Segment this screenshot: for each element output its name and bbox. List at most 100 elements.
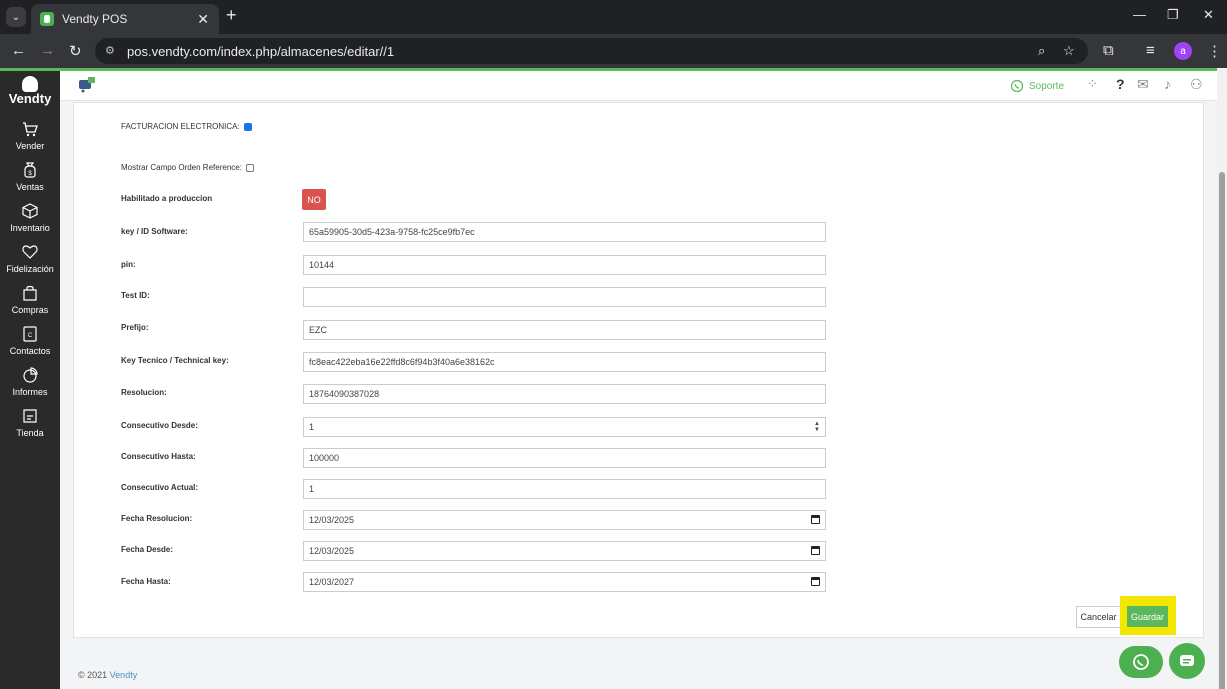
save-button[interactable]: Guardar (1127, 606, 1168, 627)
heart-icon (22, 245, 38, 259)
resolucion-input[interactable]: 18764090387028 (303, 384, 826, 404)
profile-avatar[interactable]: a (1174, 42, 1192, 60)
scrollbar-thumb[interactable] (1219, 172, 1225, 689)
user-icon[interactable]: ⚇ (1190, 76, 1203, 93)
sidebar-item-label: Ventas (16, 182, 44, 192)
fecha-hasta-input[interactable]: 12/03/2027 (303, 572, 826, 592)
sidebar-item-label: Compras (11, 305, 49, 315)
minimize-icon[interactable]: — (1133, 7, 1146, 22)
field-label: Consecutivo Hasta: (121, 452, 196, 461)
sidebar-item-compras[interactable]: Compras (0, 284, 60, 322)
sidebar-item-informes[interactable]: Informes (0, 366, 60, 404)
cancel-button[interactable]: Cancelar (1076, 606, 1121, 628)
field-value: 18764090387028 (309, 389, 380, 399)
sidebar-item-inventario[interactable]: Inventario (0, 202, 60, 240)
restore-icon[interactable]: ❐ (1167, 7, 1179, 23)
zoom-icon[interactable]: ⌕ (1038, 43, 1045, 59)
consecutivo-actual-input[interactable]: 1 (303, 479, 826, 499)
sidebar-logo[interactable]: Vendty (0, 91, 60, 106)
vendty-favicon (40, 12, 54, 26)
facturacion-label: FACTURACION ELECTRONICA: (121, 122, 240, 131)
field-label: key / ID Software: (121, 227, 188, 236)
pin-input[interactable]: 10144 (303, 255, 826, 275)
prefijo-input[interactable]: EZC (303, 320, 826, 340)
help-icon[interactable]: ? (1116, 76, 1125, 92)
field-value: 12/03/2025 (309, 546, 355, 556)
consecutivo-hasta-input[interactable]: 100000 (303, 448, 826, 468)
calendar-icon[interactable] (811, 577, 820, 586)
mail-icon[interactable]: ✉ (1137, 76, 1149, 93)
tab-title: Vendty POS (62, 12, 128, 26)
money-bag-icon: $ (24, 162, 36, 178)
page-scrollbar[interactable] (1217, 68, 1227, 689)
sidebar-item-label: Tienda (16, 428, 44, 438)
browser-toolbar: ← → ↻ ⚙ pos.vendty.com/index.php/almacen… (0, 34, 1227, 68)
close-tab-icon[interactable]: ✕ (197, 11, 209, 28)
field-label: Fecha Desde: (121, 545, 174, 554)
chat-floating-button[interactable] (1169, 643, 1205, 679)
menu-kebab-icon[interactable]: ⋮ (1207, 42, 1222, 60)
mostrar-checkbox[interactable] (246, 163, 255, 172)
forward-icon[interactable]: → (40, 42, 55, 59)
habilitado-toggle-button[interactable]: NO (302, 189, 326, 210)
calendar-icon[interactable] (811, 546, 820, 555)
footer-brand-link[interactable]: Vendty (110, 670, 138, 680)
address-bar[interactable]: ⚙ pos.vendty.com/index.php/almacenes/edi… (95, 38, 1088, 64)
calendar-icon[interactable] (811, 515, 820, 524)
box-icon (22, 203, 38, 219)
bookmark-star-icon[interactable]: ☆ (1063, 43, 1075, 59)
site-info-icon[interactable]: ⚙ (105, 44, 115, 57)
field-value: fc8eac422eba16e22ffd8c6f94b3f40a6e38162c (309, 357, 495, 367)
sidebar-item-ventas[interactable]: $ Ventas (0, 161, 60, 199)
sidebar-item-vender[interactable]: Vender (0, 120, 60, 158)
field-value: EZC (309, 325, 327, 335)
sidebar-item-label: Inventario (10, 223, 50, 233)
field-label: Fecha Hasta: (121, 577, 171, 586)
support-link[interactable]: Soporte (1010, 79, 1064, 93)
facturacion-checkbox[interactable] (243, 122, 252, 131)
test-id-input[interactable] (303, 287, 826, 307)
browser-tabbar: ⌄ Vendty POS ✕ + — ❐ ✕ (0, 0, 1227, 34)
field-label: Test ID: (121, 291, 150, 300)
field-label: Consecutivo Actual: (121, 483, 199, 492)
app-logo-icon[interactable] (78, 76, 96, 94)
whatsapp-floating-button[interactable] (1119, 646, 1163, 678)
sidebar-item-label: Vender (15, 141, 45, 151)
extensions-icon[interactable]: ⧉ (1103, 42, 1114, 59)
back-icon[interactable]: ← (11, 42, 26, 59)
new-tab-icon[interactable]: + (226, 5, 237, 26)
reload-icon[interactable]: ↻ (69, 42, 82, 60)
svg-text:$: $ (28, 171, 32, 177)
contacts-icon: C (23, 326, 37, 342)
field-label: Consecutivo Desde: (121, 421, 198, 430)
habilitado-label: Habilitado a produccion (121, 194, 213, 203)
media-icon[interactable]: ≡ (1146, 42, 1155, 59)
key-id-software-input[interactable]: 65a59905-30d5-423a-9758-fc25ce9fb7ec (303, 222, 826, 242)
field-value: 10144 (309, 260, 335, 270)
field-label: pin: (121, 260, 136, 269)
technical-key-input[interactable]: fc8eac422eba16e22ffd8c6f94b3f40a6e38162c (303, 352, 826, 372)
sidebar-item-tienda[interactable]: Tienda (0, 407, 60, 445)
bell-icon[interactable]: ♪ (1164, 76, 1171, 92)
number-stepper-icon[interactable]: ▲ ▼ (814, 421, 820, 433)
fecha-desde-input[interactable]: 12/03/2025 (303, 541, 826, 561)
apps-grid-icon[interactable]: ⁘ (1087, 76, 1098, 92)
sidebar-item-contactos[interactable]: C Contactos (0, 325, 60, 363)
field-value: 65a59905-30d5-423a-9758-fc25ce9fb7ec (309, 227, 475, 237)
close-window-icon[interactable]: ✕ (1203, 7, 1214, 23)
sidebar-item-label: Fidelización (6, 264, 54, 274)
browser-tab[interactable]: Vendty POS ✕ (31, 4, 219, 34)
pie-chart-icon (23, 367, 38, 383)
consecutivo-desde-input[interactable]: 1 ▲ ▼ (303, 417, 826, 437)
vendty-logo-icon (22, 76, 38, 92)
field-label: Resolucion: (121, 388, 167, 397)
fecha-resolucion-input[interactable]: 12/03/2025 (303, 510, 826, 530)
url-text[interactable]: pos.vendty.com/index.php/almacenes/edita… (127, 44, 394, 59)
sidebar-item-fidelizacion[interactable]: Fidelización (0, 243, 60, 281)
field-value: 1 (309, 422, 315, 432)
field-value: 1 (309, 484, 315, 494)
support-label: Soporte (1029, 80, 1065, 92)
cart-icon (23, 122, 38, 137)
tab-search-icon[interactable]: ⌄ (6, 7, 26, 27)
mostrar-row: Mostrar Campo Orden Reference: (121, 163, 255, 172)
